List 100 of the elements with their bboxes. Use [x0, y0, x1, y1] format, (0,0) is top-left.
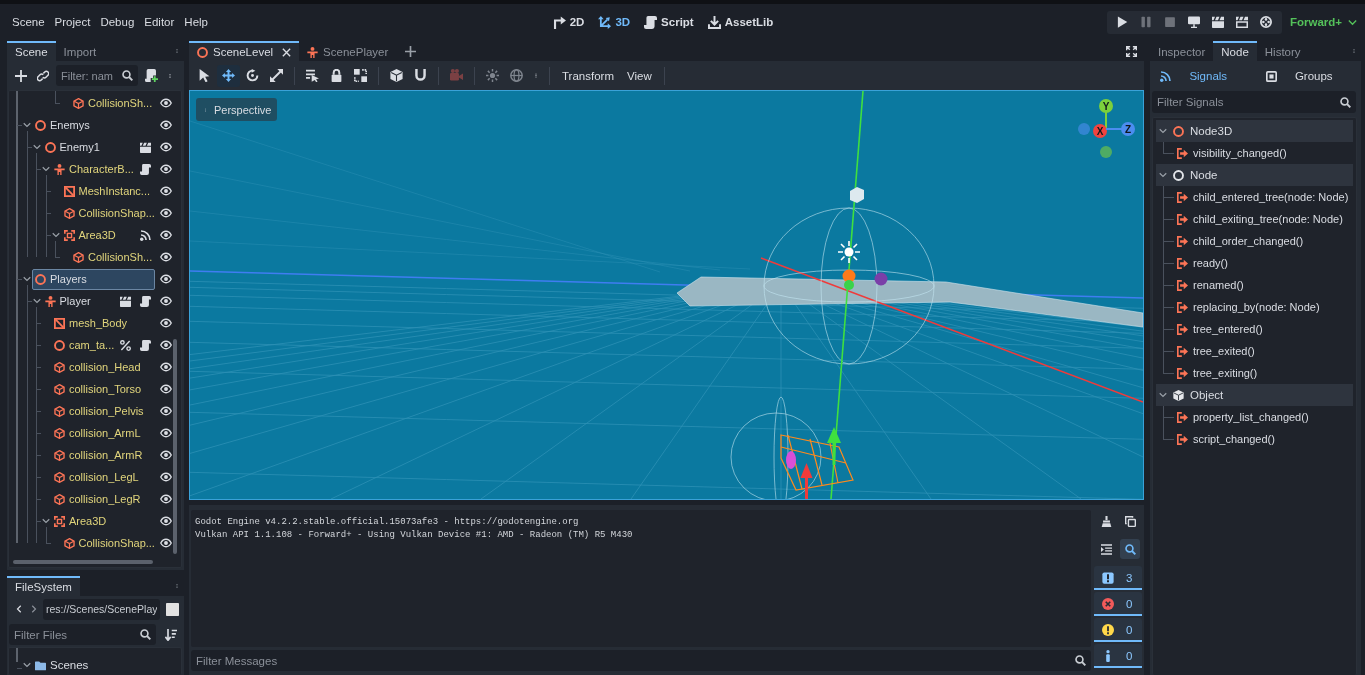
eye-icon[interactable] [160, 405, 172, 417]
script-icon[interactable] [140, 339, 151, 351]
signal-item[interactable]: child_order_changed() [1153, 230, 1356, 252]
dock-tab[interactable]: History [1256, 41, 1309, 61]
tree-item[interactable]: Area3D [51, 510, 155, 532]
errors-filter-toggle[interactable]: 0 [1094, 592, 1142, 616]
scene-tab[interactable]: SceneLevel [189, 41, 300, 61]
tree-item[interactable]: Player [41, 290, 155, 312]
signal-item[interactable]: tree_exiting() [1153, 362, 1356, 384]
messages-filter-toggle[interactable]: 3 [1094, 566, 1142, 590]
filter-nodes-field[interactable]: Filter: nam [56, 65, 138, 86]
renderer-dropdown[interactable]: Forward+ [1287, 16, 1359, 28]
eye-icon[interactable] [160, 163, 172, 175]
percent-icon[interactable] [120, 339, 131, 351]
chevron-icon[interactable] [23, 121, 31, 129]
y-move-handle[interactable] [827, 427, 841, 465]
eye-icon[interactable] [160, 493, 172, 505]
clapperboard-icon[interactable] [140, 141, 151, 153]
signal-item[interactable]: tree_entered() [1153, 318, 1356, 340]
signal-item[interactable]: renamed() [1153, 274, 1356, 296]
editor-messages-filter-toggle[interactable]: 0 [1094, 644, 1142, 668]
eye-icon[interactable] [160, 317, 172, 329]
tree-item[interactable]: CollisionShap... [60, 202, 155, 224]
eye-icon[interactable] [160, 251, 172, 263]
tree-item[interactable]: collision_Head [51, 356, 155, 378]
eye-icon[interactable] [160, 537, 172, 549]
search-toggle[interactable] [1120, 539, 1140, 559]
dock-tab[interactable]: Import [55, 41, 105, 61]
signal-item[interactable]: replacing_by(node: Node) [1153, 296, 1356, 318]
toolbar-menu[interactable]: View [621, 64, 658, 87]
chevron-icon[interactable] [51, 231, 60, 239]
eye-icon[interactable] [160, 383, 172, 395]
tree-item[interactable]: collision_Pelvis [51, 400, 155, 422]
tree-item[interactable]: collision_LegR [51, 488, 155, 510]
chevron-icon[interactable] [42, 517, 50, 525]
eye-icon[interactable] [160, 361, 172, 373]
signal-item[interactable]: tree_exited() [1153, 340, 1356, 362]
eye-icon[interactable] [160, 427, 172, 439]
signal-item[interactable]: child_exiting_tree(node: Node) [1153, 208, 1356, 230]
signal-item[interactable]: script_changed() [1153, 428, 1356, 450]
eye-icon[interactable] [160, 229, 172, 241]
tree-item[interactable]: CharacterB... [51, 158, 155, 180]
eye-icon[interactable] [160, 97, 172, 109]
tree-item[interactable]: Scenes [32, 657, 173, 673]
signal-item[interactable]: property_list_changed() [1153, 406, 1356, 428]
eye-icon[interactable] [160, 515, 172, 527]
signal-icon[interactable] [140, 229, 151, 241]
class-header[interactable]: Node [1156, 164, 1353, 186]
eye-icon[interactable] [160, 339, 172, 351]
tree-item[interactable]: MeshInstanc... [60, 180, 155, 202]
tree-item[interactable]: collision_ArmL [51, 422, 155, 444]
axis-handle[interactable]: Z [1105, 122, 1135, 136]
dock-tab[interactable]: Scene [7, 41, 56, 61]
eye-icon[interactable] [160, 119, 172, 131]
class-header[interactable]: Object [1156, 384, 1353, 406]
axis-handle[interactable]: X [1093, 124, 1107, 138]
workspace-tab[interactable]: 2D [552, 11, 585, 33]
workspace-tab[interactable]: AssetLib [707, 11, 774, 33]
warnings-filter-toggle[interactable]: 0 [1094, 618, 1142, 642]
eye-icon[interactable] [160, 273, 172, 285]
negative-axis-handle[interactable] [1078, 123, 1090, 135]
horizontal-scrollbar[interactable] [13, 560, 153, 564]
chevron-icon[interactable] [1159, 127, 1167, 135]
tree-item[interactable]: mesh_Body [51, 312, 155, 334]
filter-messages-field[interactable]: Filter Messages [191, 650, 1091, 671]
filter-signals-field[interactable]: Filter Signals [1152, 91, 1356, 113]
chevron-icon[interactable] [32, 143, 41, 151]
chevron-icon[interactable] [23, 275, 31, 283]
menu-item[interactable]: Scene [7, 11, 50, 33]
eye-icon[interactable] [160, 449, 172, 461]
path-field[interactable]: res://Scenes/ScenePlay [43, 598, 160, 620]
vertical-scrollbar[interactable] [173, 339, 177, 554]
eye-icon[interactable] [160, 207, 172, 219]
menu-item[interactable]: Editor [139, 11, 180, 33]
filter-files-field[interactable]: Filter Files [9, 624, 156, 645]
signal-item[interactable]: ready() [1153, 252, 1356, 274]
tree-item[interactable]: CollisionSh... [70, 246, 155, 268]
move-tool-button[interactable] [217, 64, 240, 87]
dock-tab[interactable]: Inspector [1150, 41, 1214, 61]
x-move-handle[interactable] [800, 463, 813, 499]
chevron-icon[interactable] [23, 661, 31, 669]
negative-axis-handle[interactable] [1100, 146, 1112, 158]
signal-item[interactable]: visibility_changed() [1153, 142, 1356, 164]
groups-tab[interactable]: Groups [1259, 64, 1357, 88]
script-icon[interactable] [140, 295, 151, 307]
scene-tab[interactable]: ScenePlayer [299, 41, 397, 61]
toolbar-menu[interactable]: Transform [556, 64, 620, 87]
eye-icon[interactable] [160, 141, 172, 153]
close-icon[interactable] [282, 47, 292, 57]
eye-icon[interactable] [160, 185, 172, 197]
eye-icon[interactable] [160, 295, 172, 307]
tree-item[interactable]: CollisionSh... [70, 92, 155, 114]
tree-item[interactable]: Area3D [60, 224, 155, 246]
perspective-menu-button[interactable]: Perspective [196, 98, 278, 121]
3d-viewport[interactable]: Perspective Y X Z [189, 90, 1144, 500]
clapperboard-icon[interactable] [120, 295, 131, 307]
dock-tab[interactable]: FileSystem [7, 576, 80, 596]
dock-tab[interactable]: Node [1213, 41, 1257, 61]
tree-item[interactable]: cam_ta... [51, 334, 155, 356]
signal-item[interactable]: child_entered_tree(node: Node) [1153, 186, 1356, 208]
